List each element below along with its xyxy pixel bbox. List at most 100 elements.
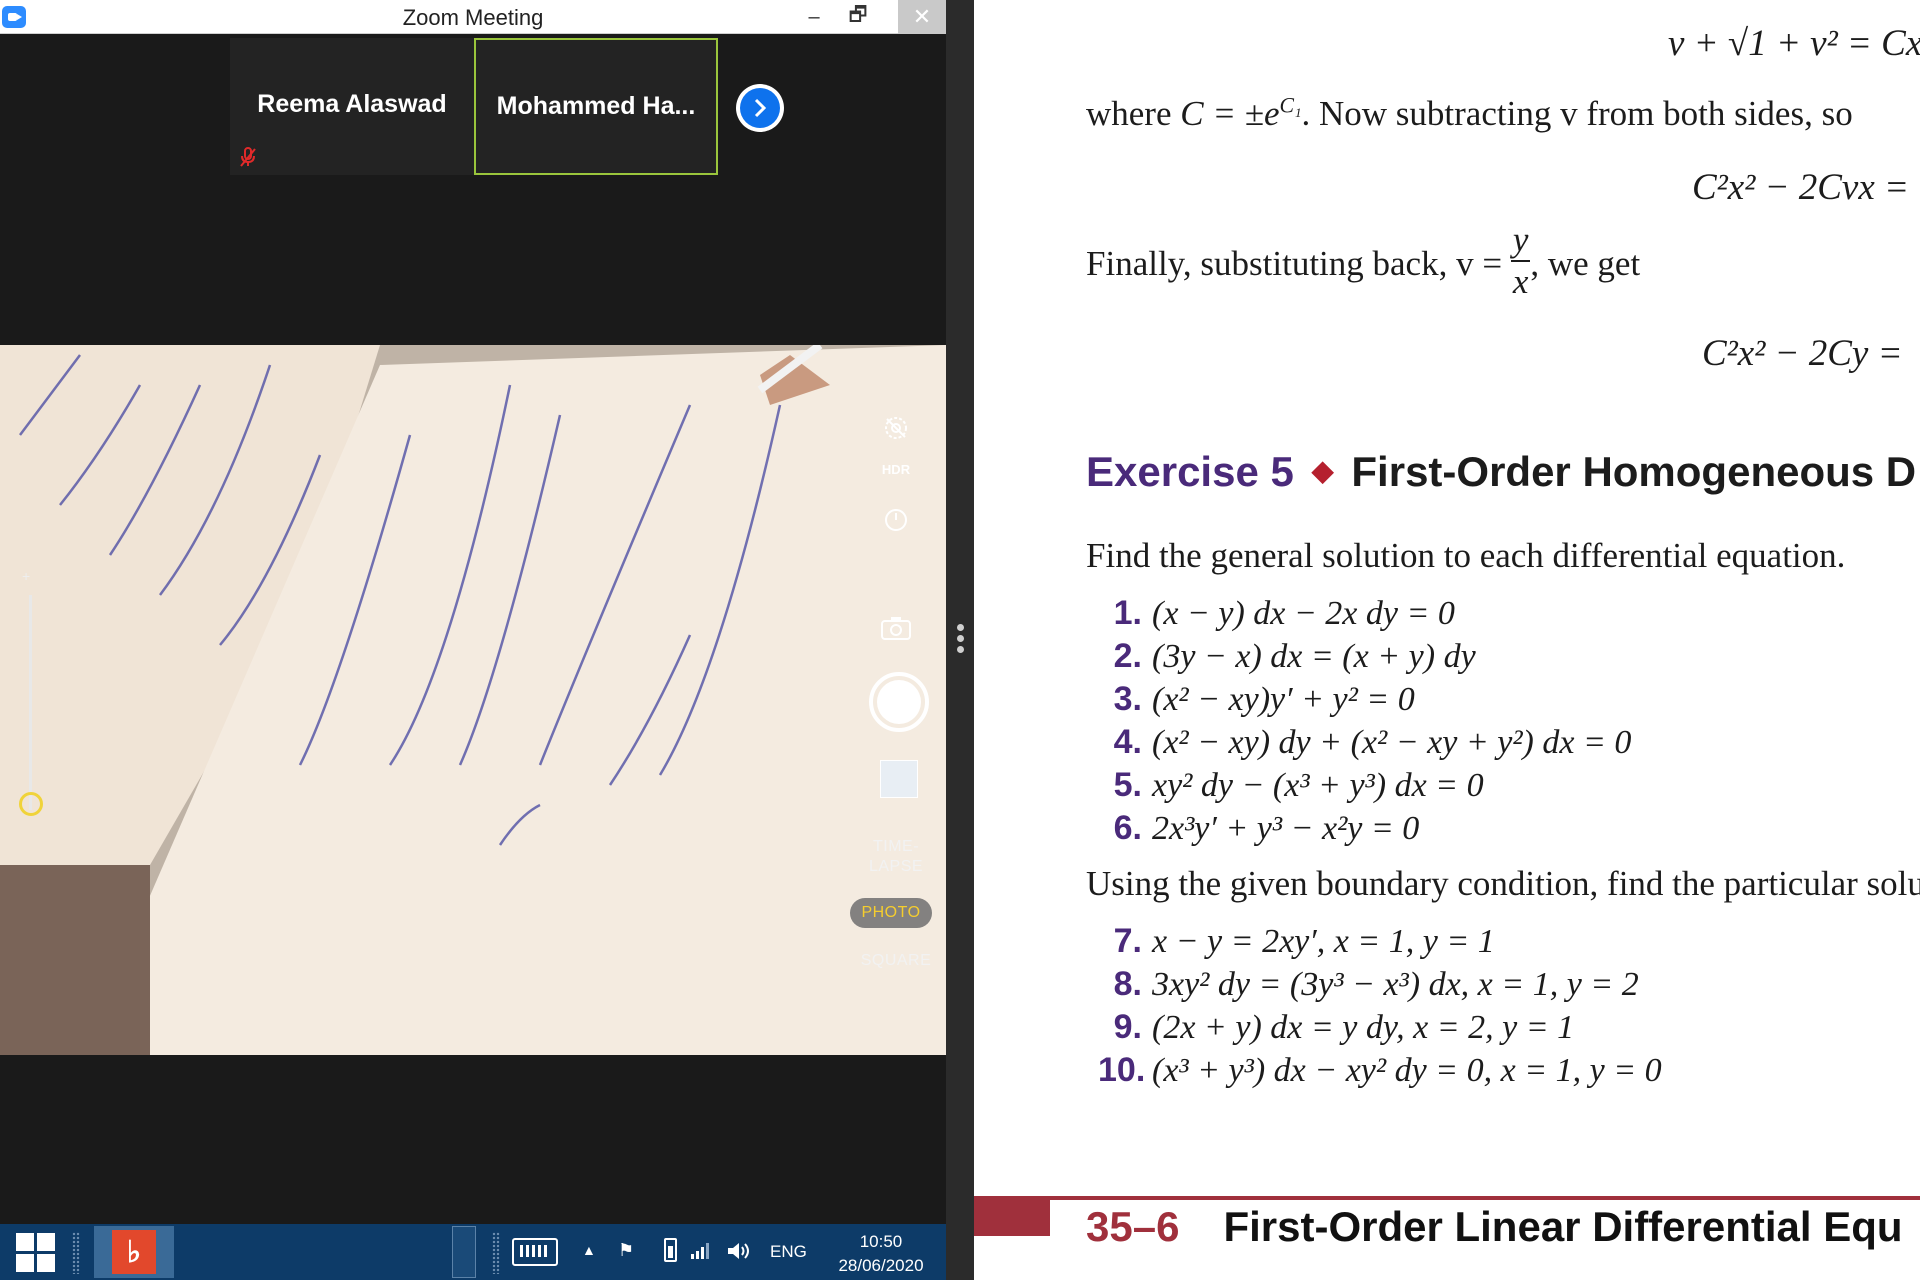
problem-number: 1. [1113, 594, 1142, 632]
zoom-plus-icon: + [22, 568, 31, 584]
volume-icon[interactable] [726, 1240, 752, 1267]
problem-item: 2. (3y − x) dx = (x + y) dy [1098, 637, 1476, 676]
splitter-handle-icon[interactable] [954, 620, 966, 660]
restore-button[interactable]: 🗗 [836, 0, 880, 34]
textbook-page: v + √1 + v² = Cx where C = ±eC₁. Now sub… [974, 0, 1920, 1280]
chevron-right-icon [740, 88, 780, 128]
where-math: C = ±e [1180, 94, 1280, 133]
problem-number: 9. [1113, 1008, 1142, 1046]
finally-suffix: , we get [1530, 244, 1641, 284]
problem-item: 9. (2x + y) dx = y dy, x = 2, y = 1 [1098, 1008, 1575, 1047]
switch-camera-icon[interactable] [880, 615, 912, 641]
exercise-heading: Exercise 5 ◆ First-Order Homogeneous D [1086, 448, 1916, 496]
problem-equation: (3y − x) dx = (x + y) dy [1152, 638, 1476, 675]
gallery-thumbnail[interactable] [880, 760, 918, 798]
mode-square[interactable]: SQUARE [846, 952, 946, 970]
exercise-number: Exercise 5 [1086, 448, 1294, 495]
zoom-window: Zoom Meeting – 🗗 ✕ Reema Alaswad Mohamme… [0, 0, 946, 1224]
touch-keyboard-icon[interactable] [512, 1238, 558, 1266]
taskbar-clock[interactable]: 10:50 28/06/2020 [826, 1230, 936, 1278]
problem-number: 10. [1098, 1051, 1146, 1089]
mode-timelapse[interactable]: TIME- LAPSE [846, 837, 946, 877]
taskbar-toolbar-area[interactable] [452, 1226, 476, 1278]
problem-number: 6. [1113, 809, 1142, 847]
mode-photo[interactable]: PHOTO [850, 898, 932, 928]
problem-equation: (x² − xy) dy + (x² − xy + y²) dx = 0 [1152, 724, 1632, 761]
problem-equation: x − y = 2xy′, x = 1, y = 1 [1152, 923, 1495, 960]
zoom-slider-track[interactable] [29, 595, 32, 810]
problem-number: 2. [1113, 637, 1142, 675]
problem-number: 5. [1113, 766, 1142, 804]
where-line: where C = ±eC₁. Now subtracting v from b… [1086, 94, 1853, 134]
acrobat-icon: ♭ [112, 1230, 156, 1274]
participant-tile-mohammed[interactable]: Mohammed Ha... [474, 38, 718, 175]
minimize-button[interactable]: – [792, 0, 836, 34]
hdr-toggle[interactable]: HDR [882, 462, 910, 477]
muted-microphone-icon [240, 147, 256, 167]
taskbar-grip [72, 1232, 80, 1274]
problem-item: 5. xy² dy − (x³ + y³) dx = 0 [1098, 766, 1484, 805]
shutter-button[interactable] [869, 672, 929, 732]
problem-equation: (x³ + y³) dx − xy² dy = 0, x = 1, y = 0 [1152, 1052, 1662, 1089]
start-button[interactable] [0, 1224, 70, 1280]
mode-timelapse-line2: LAPSE [868, 858, 924, 875]
fraction-denominator: x [1512, 262, 1529, 301]
problem-equation: xy² dy − (x³ + y³) dx = 0 [1152, 767, 1484, 804]
where-sup: C₁ [1279, 93, 1302, 118]
windows-taskbar: ♭ ▲ ⚑ ENG 10:50 28/06/2020 [0, 1224, 946, 1280]
action-center-flag-icon[interactable]: ⚑ [618, 1240, 634, 1261]
problem-item: 6. 2x³y′ + y³ − x²y = 0 [1098, 809, 1420, 848]
problem-item: 8. 3xy² dy = (3y³ − x³) dx, x = 1, y = 2 [1098, 965, 1639, 1004]
problem-equation: 2x³y′ + y³ − x²y = 0 [1152, 810, 1420, 847]
fraction-numerator: y [1512, 220, 1529, 259]
participant-name: Mohammed Ha... [496, 92, 696, 120]
fraction-y-over-x: yx [1510, 220, 1531, 302]
live-photo-off-icon[interactable] [883, 415, 909, 441]
problem-number: 8. [1113, 965, 1142, 1003]
equation-top: v + √1 + v² = Cx [1668, 23, 1920, 64]
close-button[interactable]: ✕ [898, 0, 946, 34]
instruction-particular: Using the given boundary condition, find… [1086, 864, 1920, 903]
clock-time: 10:50 [859, 1232, 903, 1251]
handwritten-notes-image [0, 345, 946, 1055]
exercise-title: First-Order Homogeneous D [1351, 448, 1917, 495]
problem-equation: (x² − xy)y′ + y² = 0 [1152, 681, 1415, 718]
participant-name: Reema Alaswad [257, 90, 447, 118]
problem-item: 7. x − y = 2xy′, x = 1, y = 1 [1098, 922, 1495, 961]
problem-number: 4. [1113, 723, 1142, 761]
timer-icon[interactable] [883, 507, 909, 533]
show-hidden-icons-icon[interactable]: ▲ [582, 1242, 596, 1258]
section-rule [974, 1196, 1920, 1200]
section-tab-marker [974, 1196, 1050, 1236]
snap-splitter[interactable] [946, 0, 974, 1280]
problem-number: 3. [1113, 680, 1142, 718]
taskbar-app-acrobat[interactable]: ♭ [94, 1226, 174, 1278]
zoom-titlebar[interactable]: Zoom Meeting – 🗗 ✕ [0, 0, 946, 34]
problem-item: 10. (x³ + y³) dx − xy² dy = 0, x = 1, y =… [1098, 1051, 1662, 1090]
network-signal-icon[interactable] [690, 1240, 712, 1265]
windows-logo-icon [15, 1232, 55, 1272]
next-page-button[interactable] [736, 84, 784, 132]
problem-item: 3. (x² − xy)y′ + y² = 0 [1098, 680, 1415, 719]
section-number: 35–6 [1086, 1203, 1180, 1250]
diamond-bullet-icon: ◆ [1311, 455, 1334, 486]
finally-line: Finally, substituting back, v = yx, we g… [1086, 220, 1641, 308]
problem-equation: (x − y) dx − 2x dy = 0 [1152, 595, 1455, 632]
camera-controls: HDR TIME- LAPSE PHOTO SQUARE [846, 345, 946, 1055]
where-prefix: where [1086, 94, 1181, 133]
zoom-slider-knob[interactable] [19, 792, 43, 816]
input-language[interactable]: ENG [770, 1242, 807, 1262]
shared-camera-video: + HDR TIME- LAPSE PHOTO SQUARE [0, 345, 946, 1055]
problem-equation: (2x + y) dx = y dy, x = 2, y = 1 [1152, 1009, 1575, 1046]
problem-equation: 3xy² dy = (3y³ − x³) dx, x = 1, y = 2 [1152, 966, 1639, 1003]
taskbar-grip [492, 1232, 500, 1274]
participant-tile-reema[interactable]: Reema Alaswad [230, 38, 474, 175]
battery-icon[interactable] [664, 1238, 677, 1262]
section-heading: 35–6 First-Order Linear Differential Equ [1086, 1203, 1903, 1251]
mode-timelapse-line1: TIME- [872, 838, 920, 855]
clock-date: 28/06/2020 [838, 1256, 924, 1275]
where-suffix: . Now subtracting v from both sides, so [1301, 94, 1853, 133]
section-title: First-Order Linear Differential Equ [1223, 1203, 1903, 1250]
problem-number: 7. [1113, 922, 1142, 960]
problem-item: 1. (x − y) dx − 2x dy = 0 [1098, 594, 1455, 633]
